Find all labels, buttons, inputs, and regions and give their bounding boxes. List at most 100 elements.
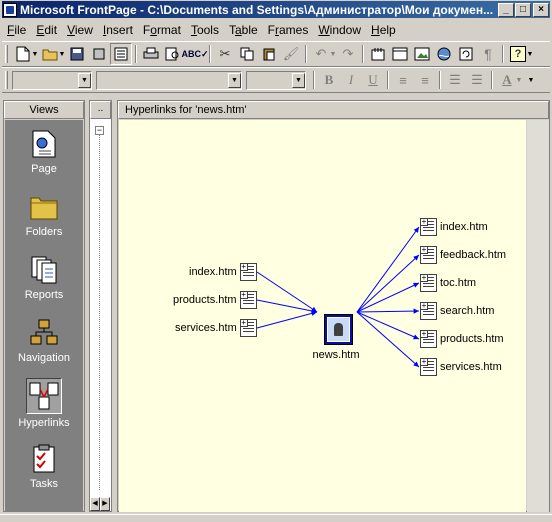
menu-help[interactable]: Help: [366, 23, 401, 37]
center-page-icon: [323, 314, 353, 345]
print-icon[interactable]: [140, 43, 162, 65]
incoming-link-node[interactable]: products.htm +: [173, 291, 257, 309]
copy-icon[interactable]: [236, 43, 258, 65]
view-label: Hyperlinks: [18, 417, 70, 429]
hyperlink-line: [356, 310, 420, 313]
view-reports[interactable]: Reports: [5, 246, 83, 309]
refresh-icon[interactable]: [455, 43, 477, 65]
bold-button[interactable]: B: [318, 69, 340, 91]
chevron-down-icon: ▼: [228, 72, 241, 88]
save-icon[interactable]: [66, 43, 88, 65]
minimize-button[interactable]: _: [498, 3, 514, 17]
expand-icon[interactable]: +: [420, 330, 428, 338]
spelling-icon[interactable]: ABC✓: [181, 43, 208, 65]
menu-format[interactable]: Format: [138, 23, 186, 37]
page-icon: +: [420, 330, 437, 348]
chevron-down-icon[interactable]: ▼: [329, 51, 337, 58]
expand-icon[interactable]: +: [420, 274, 428, 282]
publish-icon[interactable]: [88, 43, 110, 65]
menu-table[interactable]: Table: [224, 23, 263, 37]
incoming-link-node[interactable]: index.htm +: [189, 263, 257, 281]
numbered-list-icon[interactable]: ☰: [444, 69, 466, 91]
toolbar-grip[interactable]: [5, 71, 8, 89]
view-page[interactable]: Page: [5, 120, 83, 183]
menu-tools[interactable]: Tools: [186, 23, 224, 37]
views-list: Page Folders Reports Navigation Hyperlin…: [5, 120, 83, 511]
maximize-button[interactable]: □: [515, 3, 531, 17]
folder-list-icon[interactable]: [110, 43, 132, 65]
view-label: Navigation: [18, 352, 70, 364]
collapse-icon[interactable]: −: [95, 126, 104, 135]
menu-edit[interactable]: Edit: [31, 23, 62, 37]
scroll-left-button[interactable]: ◀: [90, 497, 100, 511]
expand-icon[interactable]: +: [420, 358, 428, 366]
hyperlinks-diagram[interactable]: news.htm index.htm + products.htm + services…: [119, 120, 526, 512]
underline-button[interactable]: U: [362, 69, 384, 91]
page-label: products.htm: [173, 294, 237, 306]
view-navigation[interactable]: Navigation: [5, 309, 83, 372]
expand-icon[interactable]: +: [420, 246, 428, 254]
frontpage-app-icon[interactable]: [3, 2, 17, 17]
outgoing-link-node[interactable]: + services.htm: [420, 358, 502, 376]
hyperlink-line: [356, 311, 420, 368]
chevron-down-icon: ▼: [78, 72, 91, 88]
view-tasks[interactable]: Tasks: [5, 435, 83, 498]
folder-list-header[interactable]: ..: [90, 101, 111, 119]
insert-picture-icon[interactable]: [411, 43, 433, 65]
expand-icon[interactable]: +: [239, 291, 248, 299]
page-icon: +: [420, 218, 437, 236]
status-bar: [0, 514, 552, 522]
font-size-dropdown[interactable]: ▼: [246, 70, 306, 90]
outgoing-link-node[interactable]: + search.htm: [420, 302, 494, 320]
window-title: Microsoft FrontPage - C:\Documents and S…: [20, 2, 494, 17]
expand-icon[interactable]: +: [239, 319, 248, 327]
toolbar-grip[interactable]: [5, 45, 8, 63]
insert-table-icon[interactable]: [389, 43, 411, 65]
outgoing-link-node[interactable]: + products.htm: [420, 330, 504, 348]
view-label: Folders: [25, 226, 63, 238]
chevron-down-icon[interactable]: ▼: [58, 51, 66, 58]
menu-view[interactable]: View: [62, 23, 98, 37]
menu-frames[interactable]: Frames: [263, 23, 314, 37]
navigation-icon: [28, 317, 60, 349]
format-painter-icon[interactable]: 🖌: [280, 43, 302, 65]
chevron-down-icon[interactable]: ▼: [31, 51, 39, 58]
italic-button[interactable]: I: [340, 69, 362, 91]
outgoing-link-node[interactable]: + feedback.htm: [420, 246, 506, 264]
page-icon: +: [239, 291, 257, 309]
chevron-down-icon[interactable]: ▼: [515, 77, 523, 84]
align-center-icon[interactable]: ≡: [414, 69, 436, 91]
align-left-icon[interactable]: ≡: [392, 69, 414, 91]
title-bar[interactable]: Microsoft FrontPage - C:\Documents and S…: [2, 1, 550, 18]
view-folders[interactable]: Folders: [5, 183, 83, 246]
outgoing-link-node[interactable]: + toc.htm: [420, 274, 476, 292]
toolbar-options-icon[interactable]: ▼: [527, 77, 535, 84]
expand-icon[interactable]: +: [420, 218, 428, 226]
scroll-right-button[interactable]: ▶: [100, 497, 110, 511]
insert-component-icon[interactable]: [367, 43, 389, 65]
views-bar: Views Page Folders Reports Navigation Hy…: [3, 100, 85, 512]
page-label: index.htm: [189, 266, 237, 278]
close-button[interactable]: ×: [533, 3, 549, 17]
show-all-icon[interactable]: ¶: [477, 43, 499, 65]
toolbar-options-icon[interactable]: ▼: [526, 51, 534, 58]
redo-icon[interactable]: ↷: [337, 43, 359, 65]
menu-file[interactable]: File: [2, 23, 31, 37]
cut-icon[interactable]: ✂: [214, 43, 236, 65]
menu-window[interactable]: Window: [313, 23, 366, 37]
view-hyperlinks[interactable]: Hyperlinks: [5, 372, 83, 435]
incoming-link-node[interactable]: services.htm +: [175, 319, 257, 337]
expand-icon[interactable]: +: [420, 302, 428, 310]
style-dropdown[interactable]: ▼: [12, 70, 92, 90]
font-dropdown[interactable]: ▼: [96, 70, 242, 90]
expand-icon[interactable]: +: [239, 263, 248, 271]
outgoing-link-node[interactable]: + index.htm: [420, 218, 488, 236]
hyperlink-icon[interactable]: [433, 43, 455, 65]
help-icon[interactable]: ?: [510, 46, 526, 62]
center-page-node[interactable]: news.htm: [312, 314, 363, 364]
bulleted-list-icon[interactable]: ☰: [466, 69, 488, 91]
paste-icon[interactable]: [258, 43, 280, 65]
menu-insert[interactable]: Insert: [98, 23, 138, 37]
page-label: index.htm: [440, 221, 488, 233]
vertical-scrollbar[interactable]: [527, 120, 549, 512]
